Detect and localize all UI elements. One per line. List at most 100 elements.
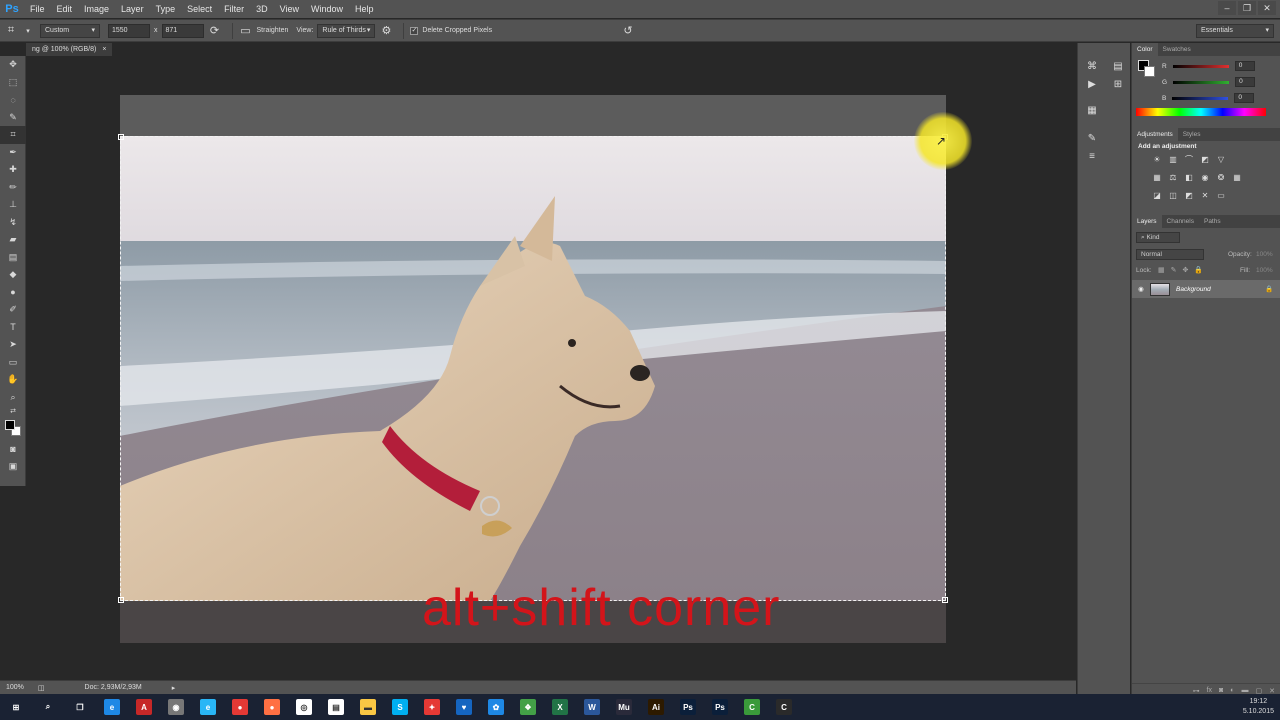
gradient-tool-icon[interactable]: ▤ — [0, 249, 26, 267]
hue-saturation-icon[interactable]: ▦ — [1152, 172, 1162, 184]
taskbar-muse-icon[interactable]: Mu — [608, 694, 640, 720]
taskbar-ie-icon[interactable]: e — [192, 694, 224, 720]
channel-value-g[interactable]: 0 — [1235, 77, 1256, 87]
tab-layers[interactable]: Layers — [1132, 215, 1162, 228]
lock-icons[interactable]: ▦✎✥🔒 — [1158, 266, 1209, 274]
taskbar-search-icon[interactable]: ⌕ — [32, 694, 64, 720]
status-options-icon[interactable]: ◫ — [30, 684, 53, 692]
marquee-tool-icon[interactable]: ⬚ — [0, 74, 26, 92]
invert-icon[interactable]: ◪ — [1152, 190, 1162, 202]
close-button[interactable]: ✕ — [1258, 1, 1276, 15]
crop-preset-select[interactable]: Custom ▾ — [40, 23, 100, 38]
menu-layer[interactable]: Layer — [115, 4, 150, 14]
restore-button[interactable]: ❐ — [1238, 1, 1256, 15]
slider-track-b[interactable] — [1172, 96, 1229, 100]
navigator-icon[interactable]: ⊞ — [1108, 77, 1128, 93]
type-tool-icon[interactable]: T — [0, 319, 26, 337]
menu-image[interactable]: Image — [78, 4, 115, 14]
menu-help[interactable]: Help — [349, 4, 380, 14]
history-icon[interactable]: ⌘ — [1082, 59, 1102, 75]
taskbar-camtasia-icon[interactable]: C — [736, 694, 768, 720]
pen-tool-icon[interactable]: ✐ — [0, 301, 26, 319]
channel-value-r[interactable]: 0 — [1234, 61, 1255, 71]
layer-name[interactable]: Background — [1176, 286, 1265, 293]
taskbar-chrome-icon[interactable]: ◎ — [288, 694, 320, 720]
spectrum-bar[interactable] — [1136, 108, 1266, 116]
brush-presets-icon[interactable]: ≡ — [1082, 149, 1102, 165]
layer-style-icon[interactable]: fx — [1207, 687, 1212, 694]
quick-select-tool-icon[interactable]: ✎ — [0, 109, 26, 127]
crop-handle-bottom-right[interactable] — [942, 597, 948, 603]
workspace-select[interactable]: Essentials ▾ — [1196, 23, 1274, 38]
canvas-area[interactable]: ↗ alt+shift corner — [27, 56, 1076, 680]
exposure-icon[interactable]: ◩ — [1200, 154, 1210, 166]
color-swatches[interactable] — [0, 416, 26, 440]
fill-value[interactable]: 100% — [1256, 267, 1273, 274]
tab-color[interactable]: Color — [1132, 43, 1158, 56]
crop-tool-icon[interactable]: ⌗ — [0, 126, 26, 144]
threshold-icon[interactable]: ◩ — [1184, 190, 1194, 202]
eye-icon[interactable]: ◉ — [1132, 285, 1150, 293]
selective-color-icon[interactable]: ✕ — [1200, 190, 1210, 202]
layer-filter-select[interactable]: ⌕ Kind — [1136, 232, 1180, 243]
crop-handle-bottom-left[interactable] — [118, 597, 124, 603]
document-tab-close-icon[interactable]: × — [102, 43, 106, 56]
channel-value-b[interactable]: 0 — [1234, 93, 1255, 103]
new-adjustment-icon[interactable]: ◐ — [1230, 687, 1234, 694]
taskbar-app-green-icon[interactable]: ❖ — [512, 694, 544, 720]
slider-b[interactable]: B 0 — [1132, 90, 1280, 106]
menu-3d[interactable]: 3D — [250, 4, 274, 14]
menu-window[interactable]: Window — [305, 4, 349, 14]
healing-brush-tool-icon[interactable]: ✚ — [0, 161, 26, 179]
taskbar-word-icon[interactable]: W — [576, 694, 608, 720]
lasso-tool-icon[interactable]: ◌ — [0, 91, 26, 109]
blur-tool-icon[interactable]: ◆ — [0, 266, 26, 284]
taskbar-excel-icon[interactable]: X — [544, 694, 576, 720]
hand-tool-icon[interactable]: ✋ — [0, 371, 26, 389]
reset-crop-icon[interactable]: ↺ — [617, 22, 639, 40]
taskbar-start-icon[interactable]: ⊞ — [0, 694, 32, 720]
add-mask-icon[interactable]: ◙ — [1219, 687, 1223, 694]
brush-tool-icon[interactable]: ✏ — [0, 179, 26, 197]
info-panel-icon[interactable]: ▤ — [1108, 59, 1128, 75]
menu-view[interactable]: View — [274, 4, 305, 14]
color-lookup-icon[interactable]: ▦ — [1232, 172, 1242, 184]
path-selection-tool-icon[interactable]: ➤ — [0, 336, 26, 354]
menu-edit[interactable]: Edit — [51, 4, 79, 14]
slider-r[interactable]: R 0 — [1132, 58, 1280, 74]
black-white-icon[interactable]: ◧ — [1184, 172, 1194, 184]
taskbar-app-photos-icon[interactable]: ✿ — [480, 694, 512, 720]
brightness-icon[interactable]: ☀ — [1152, 154, 1162, 166]
taskbar-app-grey-icon[interactable]: ◉ — [160, 694, 192, 720]
straighten-button[interactable]: Straighten — [253, 27, 293, 34]
crop-bounding-box[interactable] — [118, 134, 948, 603]
photo-filter-icon[interactable]: ◉ — [1200, 172, 1210, 184]
layer-row-background[interactable]: ◉ Background 🔒 — [1132, 280, 1280, 298]
tab-styles[interactable]: Styles — [1178, 128, 1206, 141]
curves-icon[interactable]: ⌒ — [1184, 154, 1194, 166]
color-balance-icon[interactable]: ⚖ — [1168, 172, 1178, 184]
tab-adjustments[interactable]: Adjustments — [1132, 128, 1178, 141]
taskbar-dot-icon[interactable]: ● — [256, 694, 288, 720]
slider-track-g[interactable] — [1173, 80, 1230, 84]
minimize-button[interactable]: – — [1218, 1, 1236, 15]
document-tab[interactable]: ng @ 100% (RGB/8) × — [26, 43, 113, 56]
history-brush-tool-icon[interactable]: ↯ — [0, 214, 26, 232]
taskbar-app-c-icon[interactable]: C — [768, 694, 800, 720]
tool-preset-chevron-icon[interactable]: ▾ — [22, 22, 34, 40]
taskbar-task-view-icon[interactable]: ❐ — [64, 694, 96, 720]
straighten-icon[interactable]: ▭ — [239, 22, 253, 40]
clone-stamp-tool-icon[interactable]: ⊥ — [0, 196, 26, 214]
levels-icon[interactable]: ▥ — [1168, 154, 1178, 166]
taskbar-media-icon[interactable]: ● — [224, 694, 256, 720]
opacity-value[interactable]: 100% — [1256, 251, 1273, 258]
new-group-icon[interactable]: ▬ — [1242, 687, 1249, 694]
properties-icon[interactable]: ▦ — [1082, 103, 1102, 119]
system-clock[interactable]: 19:12 5.10.2015 — [1243, 697, 1274, 717]
move-tool-icon[interactable]: ✥ — [0, 56, 26, 74]
dodge-tool-icon[interactable]: ● — [0, 284, 26, 302]
taskbar-edge-icon[interactable]: e — [96, 694, 128, 720]
gear-icon[interactable]: ⚙ — [375, 22, 397, 40]
taskbar-store-icon[interactable]: ▤ — [320, 694, 352, 720]
taskbar-photoshop-2-icon[interactable]: Ps — [704, 694, 736, 720]
